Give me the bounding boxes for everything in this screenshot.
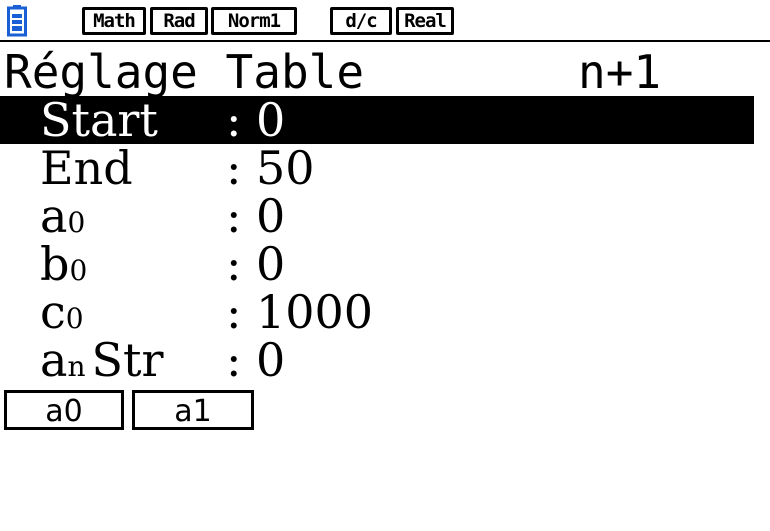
setting-row-c0[interactable]: c0 : 1000 [0,288,754,336]
page-title: Réglage Table [4,45,365,99]
subscript: n [67,350,86,383]
battery-icon [7,5,27,37]
mode-badge-angle: Rad [150,7,208,35]
colon: : [226,141,242,195]
mode-badge-fraction: d/c [330,7,392,35]
subscript: 0 [65,302,84,335]
setting-value[interactable]: 0 [256,240,285,288]
subscript: 0 [69,254,88,287]
setting-value[interactable]: 50 [256,144,315,192]
screen-title: Réglage Table n+1 [0,48,770,96]
setting-row-end[interactable]: End : 50 [0,144,754,192]
mode-badge-math: Math [82,7,146,35]
colon: : [226,333,242,387]
setting-row-an-start[interactable]: an Str : 0 [0,336,754,384]
setting-row-a0[interactable]: a0 : 0 [0,192,754,240]
setting-value[interactable]: 1000 [256,288,373,336]
colon: : [226,285,242,339]
colon: : [226,237,242,291]
setting-label: End [40,141,133,195]
colon: : [226,93,242,147]
setting-value[interactable]: 0 [256,96,285,144]
recursion-mode: n+1 [578,45,662,99]
setting-row-b0[interactable]: b0 : 0 [0,240,754,288]
f1-key-a0[interactable]: a0 [4,390,124,430]
f2-key-a1[interactable]: a1 [132,390,254,430]
setting-row-start[interactable]: Start : 0 [0,96,754,144]
status-bar: Math Rad Norm1 d/c Real [0,0,770,42]
setting-label: Start [40,93,158,147]
mode-badge-complex: Real [396,7,454,35]
setting-value[interactable]: 0 [256,192,285,240]
subscript: 0 [67,206,86,239]
mode-badge-display: Norm1 [211,7,297,35]
setting-label: an Str [40,333,164,387]
setting-value[interactable]: 0 [256,336,285,384]
function-key-bar: a0 a1 [0,388,770,434]
colon: : [226,189,242,243]
